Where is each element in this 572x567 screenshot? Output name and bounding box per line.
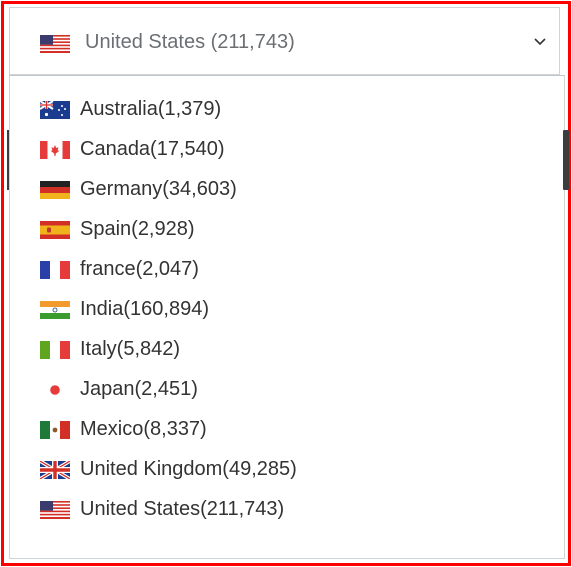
list-item-label: India(160,894) — [80, 298, 209, 320]
scrollbar-thumb[interactable] — [563, 130, 569, 190]
spain-flag-icon — [40, 221, 70, 239]
list-item-united-states[interactable]: United States(211,743) — [40, 494, 540, 526]
list-item-label: Japan(2,451) — [80, 378, 198, 400]
list-item-label: United Kingdom(49,285) — [80, 458, 297, 480]
italy-flag-icon — [40, 341, 70, 359]
list-item-label: Spain(2,928) — [80, 218, 195, 240]
list-item-label: france(2,047) — [80, 258, 199, 280]
list-item-india[interactable]: India(160,894) — [40, 294, 540, 326]
germany-flag-icon — [40, 181, 70, 199]
france-flag-icon — [40, 261, 70, 279]
list-item-italy[interactable]: Italy(5,842) — [40, 334, 540, 366]
canada-flag-icon — [40, 141, 70, 159]
list-item-label: United States(211,743) — [80, 498, 285, 520]
list-item-japan[interactable]: Japan(2,451) — [40, 374, 540, 406]
list-item-united-kingdom[interactable]: United Kingdom(49,285) — [40, 454, 540, 486]
list-item-spain[interactable]: Spain(2,928) — [40, 214, 540, 246]
list-item-australia[interactable]: Australia(1,379) — [40, 94, 540, 126]
list-item-label: Australia(1,379) — [80, 98, 222, 120]
list-item-label: Germany(34,603) — [80, 178, 237, 200]
country-select[interactable]: United States (211,743) — [9, 7, 560, 75]
mexico-flag-icon — [40, 421, 70, 439]
list-item-canada[interactable]: Canada(17,540) — [40, 134, 540, 166]
list-item-germany[interactable]: Germany(34,603) — [40, 174, 540, 206]
list-item-france[interactable]: france(2,047) — [40, 254, 540, 286]
list-item-label: Mexico(8,337) — [80, 418, 207, 440]
uk-flag-icon — [40, 461, 70, 479]
us-flag-icon — [40, 35, 70, 53]
us-flag-icon — [40, 501, 70, 519]
list-item-mexico[interactable]: Mexico(8,337) — [40, 414, 540, 446]
australia-flag-icon — [40, 101, 70, 119]
list-item-label: Canada(17,540) — [80, 138, 225, 160]
india-flag-icon — [40, 301, 70, 319]
japan-flag-icon — [40, 381, 70, 399]
chevron-down-icon[interactable] — [533, 37, 547, 47]
list-item-label: Italy(5,842) — [80, 338, 181, 360]
dropdown-list[interactable]: Australia(1,379) Canada(17,540) Germany(… — [9, 75, 565, 559]
selected-value: United States (211,743) — [85, 31, 295, 53]
